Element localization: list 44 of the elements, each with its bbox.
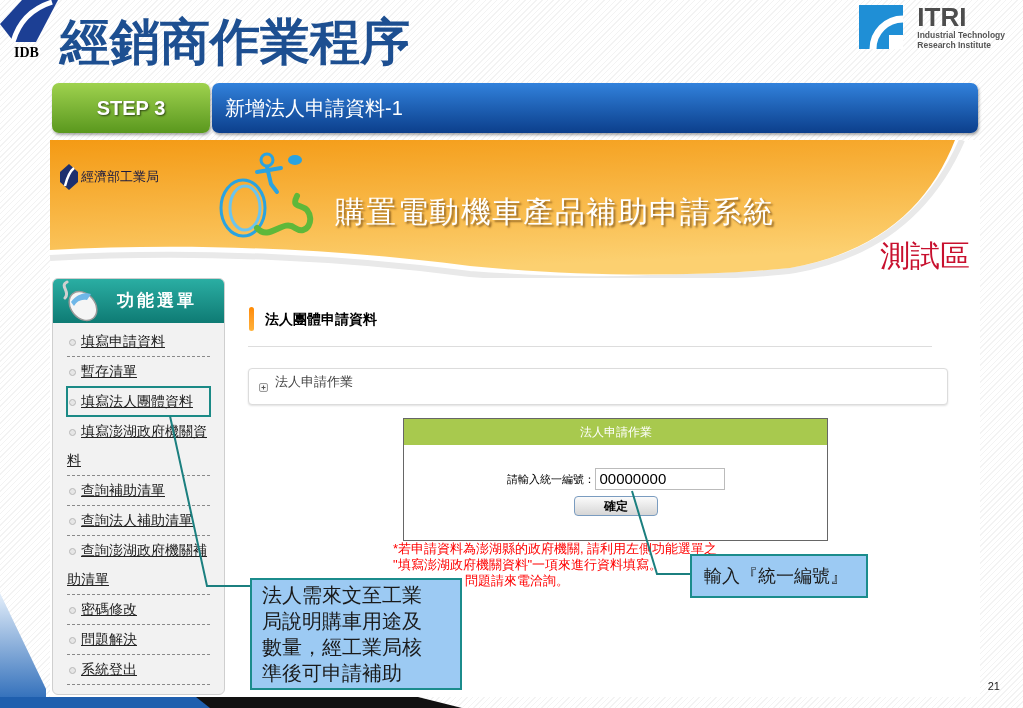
logo-name: ITRI xyxy=(917,4,967,30)
callout-box: 法人需來文至工業局說明購車用途及數量，經工業局核準後可申請補助 xyxy=(250,578,462,690)
logo-subtitle: Industrial Technology xyxy=(917,30,1005,40)
bullet-icon xyxy=(69,547,76,555)
slide-title: 經銷商作業程序 xyxy=(60,13,410,72)
step-title: 新增法人申請資料-1 xyxy=(225,96,403,121)
id-number-input[interactable]: 00000000 xyxy=(594,468,725,490)
sidebar-link[interactable]: 填寫法人團體資料 xyxy=(67,387,210,416)
logo-mark-icon xyxy=(859,5,904,49)
sidebar-link[interactable]: 問題解決 xyxy=(67,625,210,654)
environment-label: 測試區 xyxy=(880,237,970,275)
note-line: 問題請來電洽詢。 xyxy=(465,573,569,589)
bullet-icon xyxy=(69,636,76,644)
bullet-icon xyxy=(69,338,76,346)
agency-logo-icon xyxy=(60,164,78,190)
bullet-icon xyxy=(69,428,76,436)
sidebar-link[interactable]: 系統登出 xyxy=(67,655,210,684)
agency-name: 經濟部工業局 xyxy=(81,168,159,187)
bullet-icon xyxy=(69,487,76,495)
sidebar-title: 功能選單 xyxy=(117,290,197,313)
sidebar-link[interactable]: 暫存清單 xyxy=(67,357,210,386)
expand-icon xyxy=(259,383,268,392)
bullet-icon xyxy=(69,398,76,406)
bullet-icon xyxy=(69,606,76,614)
accordion-header[interactable]: 法人申請作業 xyxy=(248,368,948,405)
system-title: 購置電動機車產品補助申請系統 xyxy=(335,193,775,231)
sidebar-link[interactable]: 查詢補助清單 xyxy=(67,476,210,505)
bullet-icon xyxy=(69,517,76,525)
confirm-button[interactable]: 確定 xyxy=(573,496,658,516)
sidebar-link[interactable]: 密碼修改 xyxy=(67,595,210,624)
accent-bar-icon xyxy=(249,307,254,331)
bullet-icon xyxy=(69,666,76,674)
step-label: STEP 3 xyxy=(96,96,166,121)
section-title: 法人團體申請資料 xyxy=(265,310,377,328)
note-line: "填寫澎湖政府機關資料"一項來進行資料填寫。 xyxy=(393,557,663,573)
page-number: 21 xyxy=(987,678,1000,694)
callout-box: 輸入『統一編號』 xyxy=(690,554,868,598)
diamond-logo-icon xyxy=(0,0,58,42)
form-header: 法人申請作業 xyxy=(404,419,827,445)
sidebar-link[interactable]: 填寫申請資料 xyxy=(67,327,210,356)
field-label: 請輸入統一編號： xyxy=(506,471,595,487)
logo-text: IDB xyxy=(13,45,40,61)
bullet-icon xyxy=(69,368,76,376)
logo-subtitle: Research Institute xyxy=(917,40,992,50)
